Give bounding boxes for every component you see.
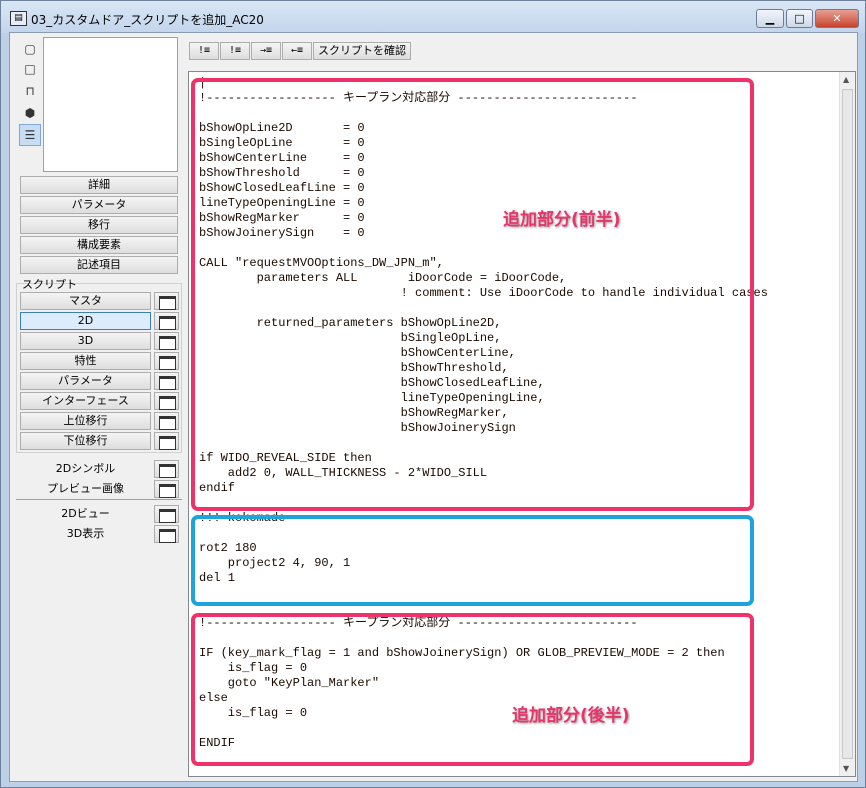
script-backward-migration-button[interactable]: 下位移行 (20, 432, 151, 450)
indent-button[interactable]: →≡ (251, 42, 281, 60)
app-icon: ▤ (10, 11, 27, 26)
kokomade-highlight (191, 515, 754, 606)
window-icon[interactable] (154, 505, 179, 523)
close-button[interactable]: ✕ (815, 9, 859, 28)
maximize-button[interactable]: □ (786, 9, 813, 28)
minimize-button[interactable]: ▁ (756, 9, 784, 28)
script-master-button[interactable]: マスタ (20, 292, 151, 310)
window-title: 03_カスタムドア_スクリプトを追加_AC20 (31, 13, 264, 27)
script-properties-button[interactable]: 特性 (20, 352, 151, 370)
preview-list[interactable] (43, 37, 178, 172)
window-icon[interactable] (154, 460, 179, 478)
comment-button[interactable]: !≡ (189, 42, 219, 60)
window-icon[interactable] (154, 292, 179, 310)
floor-plan-icon[interactable]: ⊓ (22, 83, 38, 99)
scroll-thumb[interactable] (842, 89, 853, 759)
window-icon[interactable] (154, 372, 179, 390)
2d-symbol-label: 2Dシンボル (55, 462, 116, 475)
title-bar[interactable]: ▤ 03_カスタムドア_スクリプトを追加_AC20 ▁ □ ✕ (1, 1, 865, 33)
second-half-label: 追加部分(後半) (512, 706, 630, 726)
preview-image-label: プレビュー画像 (47, 482, 124, 495)
window-icon[interactable] (154, 525, 179, 543)
2d-view-label: 2Dビュー (61, 507, 110, 520)
cube-icon[interactable]: ⬢ (22, 105, 38, 121)
second-half-highlight (191, 613, 754, 766)
divider (16, 499, 182, 500)
parameters-button[interactable]: パラメータ (20, 196, 178, 214)
script-parameter-button[interactable]: パラメータ (20, 372, 151, 390)
window-icon[interactable] (154, 332, 179, 350)
details-button[interactable]: 詳細 (20, 176, 178, 194)
script-3d-button[interactable]: 3D (20, 332, 151, 350)
first-half-highlight (191, 78, 754, 511)
window-icon[interactable] (154, 432, 179, 450)
check-script-button[interactable]: スクリプトを確認 (313, 42, 411, 60)
scroll-up-icon[interactable]: ▲ (843, 75, 849, 84)
first-half-label: 追加部分(前半) (503, 210, 621, 230)
scroll-down-icon[interactable]: ▼ (843, 764, 849, 773)
outdent-button[interactable]: ←≡ (282, 42, 312, 60)
view-2d-icon[interactable]: ▢ (22, 41, 38, 57)
descriptors-button[interactable]: 記述項目 (20, 256, 178, 274)
window-icon[interactable] (154, 412, 179, 430)
script-list-icon[interactable]: ☰ (19, 124, 41, 146)
window-icon[interactable] (154, 392, 179, 410)
uncomment-button[interactable]: !≡ (220, 42, 250, 60)
script-forward-migration-button[interactable]: 上位移行 (20, 412, 151, 430)
script-group-label: スクリプト (22, 278, 77, 291)
window-icon[interactable] (154, 312, 179, 330)
components-button[interactable]: 構成要素 (20, 236, 178, 254)
view-square-icon[interactable]: □ (22, 61, 38, 77)
script-interface-button[interactable]: インターフェース (20, 392, 151, 410)
vertical-scrollbar[interactable]: ▲ ▼ (839, 72, 855, 776)
window-icon[interactable] (154, 352, 179, 370)
script-2d-button[interactable]: 2D (20, 312, 151, 330)
3d-view-label: 3D表示 (66, 527, 105, 540)
window-icon[interactable] (154, 480, 179, 498)
migration-button[interactable]: 移行 (20, 216, 178, 234)
